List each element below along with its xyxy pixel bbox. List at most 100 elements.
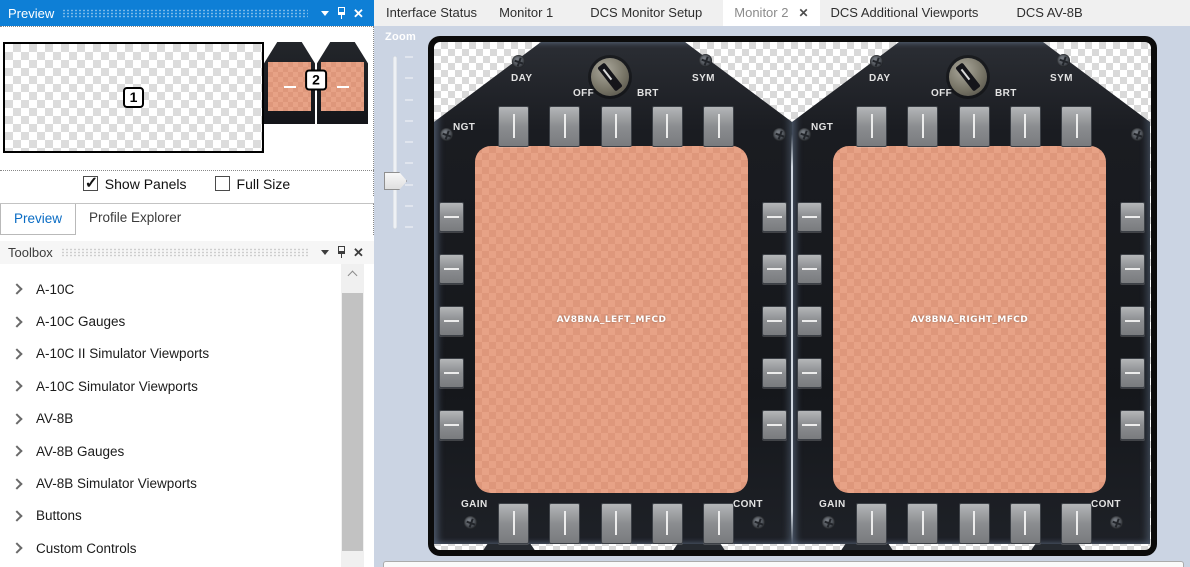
dash-icon bbox=[284, 86, 296, 88]
close-icon[interactable]: ✕ bbox=[350, 244, 367, 261]
toolbox-item-custom-controls[interactable]: Custom Controls bbox=[0, 532, 374, 564]
tab-label: Interface Status bbox=[386, 5, 477, 20]
mfd-button bbox=[439, 306, 464, 336]
mfd-button bbox=[797, 306, 822, 336]
mfd-top-buttons bbox=[856, 106, 1092, 147]
checkbox-checked-icon[interactable] bbox=[83, 176, 98, 191]
monitor-2-label: 2 bbox=[305, 69, 327, 90]
sym-label: SYM bbox=[692, 73, 715, 84]
zoom-label: Zoom bbox=[385, 31, 416, 43]
mfd-button bbox=[856, 106, 887, 147]
toolbox-item-label: Buttons bbox=[36, 508, 82, 523]
monitor-preview-area: 1 2 bbox=[0, 26, 374, 170]
viewport-name: AV8BNA_RIGHT_MFCD bbox=[911, 315, 1028, 325]
screw-icon bbox=[1057, 54, 1070, 67]
mfd-foot bbox=[840, 544, 894, 552]
knob-pointer bbox=[597, 62, 623, 91]
toolbox-item-a10c-ii-simulator-viewports[interactable]: A-10C II Simulator Viewports bbox=[0, 338, 374, 370]
monitor-1-preview[interactable]: 1 bbox=[3, 42, 264, 153]
full-size-label: Full Size bbox=[237, 176, 291, 192]
close-icon[interactable]: ✕ bbox=[798, 0, 808, 26]
tab-preview[interactable]: Preview bbox=[0, 204, 76, 235]
toolbox-header[interactable]: Toolbox ✕ bbox=[0, 241, 374, 264]
tab-interface-status[interactable]: Interface Status bbox=[375, 0, 488, 26]
mfd-screen-viewport[interactable]: AV8BNA_LEFT_MFCD bbox=[475, 146, 748, 493]
chevron-right-icon bbox=[11, 381, 22, 392]
monitor-2-workspace: Zoom DAY OFF BRT SYM NGT bbox=[374, 26, 1190, 567]
toolbox-item-av8b[interactable]: AV-8B bbox=[0, 403, 374, 435]
zoom-slider-track[interactable] bbox=[393, 56, 397, 229]
toolbox-item-label: A-10C bbox=[36, 282, 74, 297]
toolbox-item-av8b-simulator-viewports[interactable]: AV-8B Simulator Viewports bbox=[0, 467, 374, 499]
tab-profile-explorer[interactable]: Profile Explorer bbox=[76, 204, 194, 235]
toolbox-item-label: A-10C Simulator Viewports bbox=[36, 379, 198, 394]
mfd-left-control[interactable]: DAY OFF BRT SYM NGT GAIN CONT AV8BNA_LEF… bbox=[434, 42, 792, 550]
monitor-canvas[interactable]: DAY OFF BRT SYM NGT GAIN CONT AV8BNA_LEF… bbox=[428, 36, 1157, 556]
chevron-right-icon bbox=[11, 348, 22, 359]
screw-icon bbox=[773, 128, 786, 141]
slider-tick bbox=[405, 56, 413, 58]
tab-dcs-additional-viewports[interactable]: DCS Additional Viewports bbox=[820, 0, 990, 26]
tab-label: Monitor 2 bbox=[734, 0, 788, 26]
pin-icon[interactable] bbox=[333, 244, 350, 261]
ngt-label: NGT bbox=[453, 122, 475, 133]
titlebar-grip-texture bbox=[62, 9, 308, 18]
titlebar-grip-texture bbox=[61, 248, 308, 257]
chevron-down-icon[interactable] bbox=[316, 5, 333, 22]
tab-monitor-2[interactable]: Monitor 2 ✕ bbox=[723, 0, 819, 26]
mfd-button bbox=[762, 254, 787, 284]
mfd-button bbox=[1120, 306, 1145, 336]
tab-dcs-av8b[interactable]: DCS AV-8B bbox=[1005, 0, 1093, 26]
cont-label: CONT bbox=[733, 499, 763, 510]
tab-dcs-monitor-setup[interactable]: DCS Monitor Setup bbox=[579, 0, 713, 26]
mfd-button bbox=[856, 503, 887, 544]
bottom-docked-panel bbox=[383, 561, 1184, 567]
full-size-checkbox[interactable]: Full Size bbox=[215, 176, 291, 192]
monitor-2-preview[interactable]: 2 bbox=[264, 42, 368, 124]
mfd-button bbox=[601, 106, 632, 147]
toolbox-pane: Toolbox ✕ A-10C A-10C Gauges A-10C II Si… bbox=[0, 241, 374, 567]
brightness-knob bbox=[949, 58, 987, 96]
zoom-slider-thumb[interactable] bbox=[384, 172, 407, 190]
chevron-right-icon bbox=[11, 445, 22, 456]
toolbox-item-a10c-gauges[interactable]: A-10C Gauges bbox=[0, 305, 374, 337]
show-panels-label: Show Panels bbox=[105, 176, 187, 192]
mfd-foot bbox=[1030, 544, 1084, 552]
toolbox-item-av8b-gauges[interactable]: AV-8B Gauges bbox=[0, 435, 374, 467]
pin-icon[interactable] bbox=[333, 5, 350, 22]
mfd-button bbox=[762, 202, 787, 232]
toolbox-item-label: Custom Controls bbox=[36, 541, 137, 556]
brt-label: BRT bbox=[637, 88, 659, 99]
screw-icon bbox=[464, 516, 477, 529]
chevron-right-icon bbox=[11, 284, 22, 295]
preview-pane-titlebar[interactable]: Preview ✕ bbox=[0, 0, 374, 26]
zoom-slider-ticks bbox=[405, 56, 413, 228]
mfd-screen-viewport[interactable]: AV8BNA_RIGHT_MFCD bbox=[833, 146, 1106, 493]
monitor-1-label: 1 bbox=[123, 87, 145, 108]
scrollbar-up-arrow-icon[interactable] bbox=[341, 264, 364, 282]
tab-monitor-1[interactable]: Monitor 1 bbox=[488, 0, 564, 26]
screw-icon bbox=[512, 55, 525, 68]
mfd-button bbox=[959, 503, 990, 544]
mfd-button bbox=[959, 106, 990, 147]
mfd-button bbox=[762, 358, 787, 388]
checkbox-unchecked-icon[interactable] bbox=[215, 176, 230, 191]
mfd-right-control[interactable]: DAY OFF BRT SYM NGT GAIN CONT AV8BNA_RIG… bbox=[792, 42, 1150, 550]
toolbox-item-buttons[interactable]: Buttons bbox=[0, 500, 374, 532]
show-panels-checkbox[interactable]: Show Panels bbox=[83, 176, 187, 192]
mfd-button bbox=[652, 503, 683, 544]
toolbox-list: A-10C A-10C Gauges A-10C II Simulator Vi… bbox=[0, 264, 374, 567]
close-icon[interactable]: ✕ bbox=[350, 5, 367, 22]
screw-icon bbox=[1110, 516, 1123, 529]
toolbox-item-a10c[interactable]: A-10C bbox=[0, 273, 374, 305]
mfd-left-buttons bbox=[439, 202, 464, 440]
toolbox-item-label: AV-8B bbox=[36, 411, 73, 426]
mfd-gap-highlight bbox=[791, 134, 793, 544]
toolbox-scrollbar[interactable] bbox=[341, 264, 364, 567]
toolbox-item-a10c-simulator-viewports[interactable]: A-10C Simulator Viewports bbox=[0, 370, 374, 402]
brightness-knob bbox=[591, 58, 629, 96]
mfd-button bbox=[703, 106, 734, 147]
scrollbar-thumb[interactable] bbox=[342, 293, 363, 551]
chevron-down-icon[interactable] bbox=[316, 244, 333, 261]
mfd-button bbox=[439, 410, 464, 440]
